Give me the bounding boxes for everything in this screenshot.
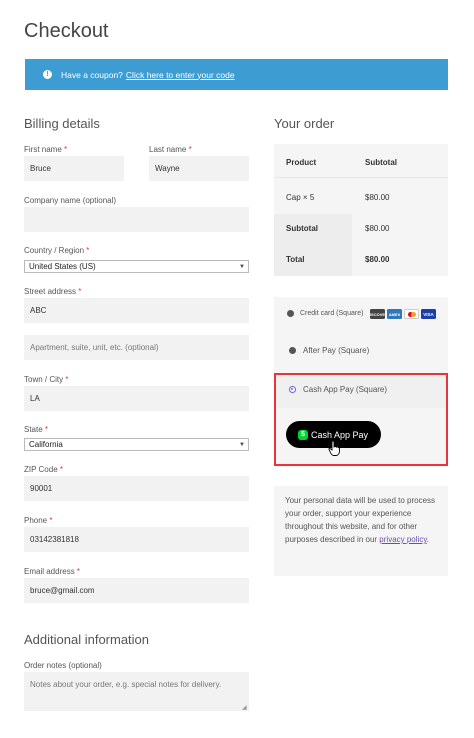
country-select[interactable]: United States (US) ▼ [24,260,249,273]
first-name-label: First name * [24,145,68,154]
country-label: Country / Region * [24,246,90,255]
total-label: Total [286,255,305,264]
radio-afterpay[interactable] [289,347,296,354]
coupon-text: Have a coupon? [61,69,123,80]
order-table-header: Product Subtotal [274,147,448,178]
radio-credit-card[interactable] [287,310,294,317]
col-product: Product [286,158,317,167]
order-notes-textarea[interactable]: Notes about your order, e.g. special not… [24,672,249,711]
visa-card-icon: VISA [421,309,436,319]
street-input[interactable]: ABC [24,298,249,323]
phone-label: Phone * [24,516,53,525]
city-label: Town / City * [24,375,69,384]
col-subtotal: Subtotal [365,158,397,167]
email-label: Email address * [24,567,81,576]
zip-input[interactable]: 90001 [24,476,249,501]
state-select[interactable]: California ▼ [24,438,249,451]
additional-heading: Additional information [24,632,150,647]
page-title: Checkout [24,20,109,42]
total-row: Total $80.00 [274,244,448,275]
dropdown-arrow-icon: ▼ [239,441,245,448]
dropdown-arrow-icon: ▼ [239,263,245,270]
first-name-input[interactable]: Bruce [24,156,124,181]
phone-input[interactable]: 03142381818 [24,527,249,552]
privacy-policy-link[interactable]: privacy policy [379,535,426,544]
coupon-notice: ! Have a coupon? Click here to enter you… [25,59,448,90]
credit-card-label: Credit card (Square) [300,310,364,317]
state-label: State * [24,425,49,434]
afterpay-label: After Pay (Square) [303,346,370,355]
order-heading: Your order [274,116,335,131]
amex-card-icon: AMEX [387,309,402,319]
total-value: $80.00 [365,255,390,264]
street-line2-input[interactable]: Apartment, suite, unit, etc. (optional) [24,335,249,360]
payment-afterpay[interactable]: After Pay (Square) [289,346,369,355]
resize-handle-icon[interactable]: ◢ [242,704,247,711]
payment-credit-card[interactable]: Credit card (Square) [287,310,363,317]
last-name-input[interactable]: Wayne [149,156,249,181]
subtotal-row: Subtotal $80.00 [274,213,448,244]
order-item-row: Cap × 5 $80.00 [274,182,448,213]
subtotal-label: Subtotal [286,224,318,233]
discover-card-icon: DISCOVER [367,309,388,319]
coupon-link[interactable]: Click here to enter your code [126,70,235,80]
zip-label: ZIP Code * [24,465,64,474]
info-icon: ! [43,70,52,79]
billing-heading: Billing details [24,116,100,131]
company-input[interactable] [24,207,249,232]
order-table: Product Subtotal Cap × 5 $80.00 Subtotal… [274,144,448,276]
email-input[interactable]: bruce@gmail.com [24,578,249,603]
item-price: $80.00 [365,193,390,202]
mastercard-icon [404,309,419,319]
city-input[interactable]: LA [24,386,249,411]
privacy-notice: Your personal data will be used to proce… [274,486,448,576]
cashapp-highlight-box [274,373,448,466]
company-label: Company name (optional) [24,196,117,205]
last-name-label: Last name * [149,145,192,154]
item-name: Cap × 5 [286,193,315,202]
notes-label: Order notes (optional) [24,661,102,670]
card-logos: DISCOVER AMEX VISA [367,309,436,319]
street-label: Street address * [24,287,82,296]
subtotal-value: $80.00 [365,224,390,233]
